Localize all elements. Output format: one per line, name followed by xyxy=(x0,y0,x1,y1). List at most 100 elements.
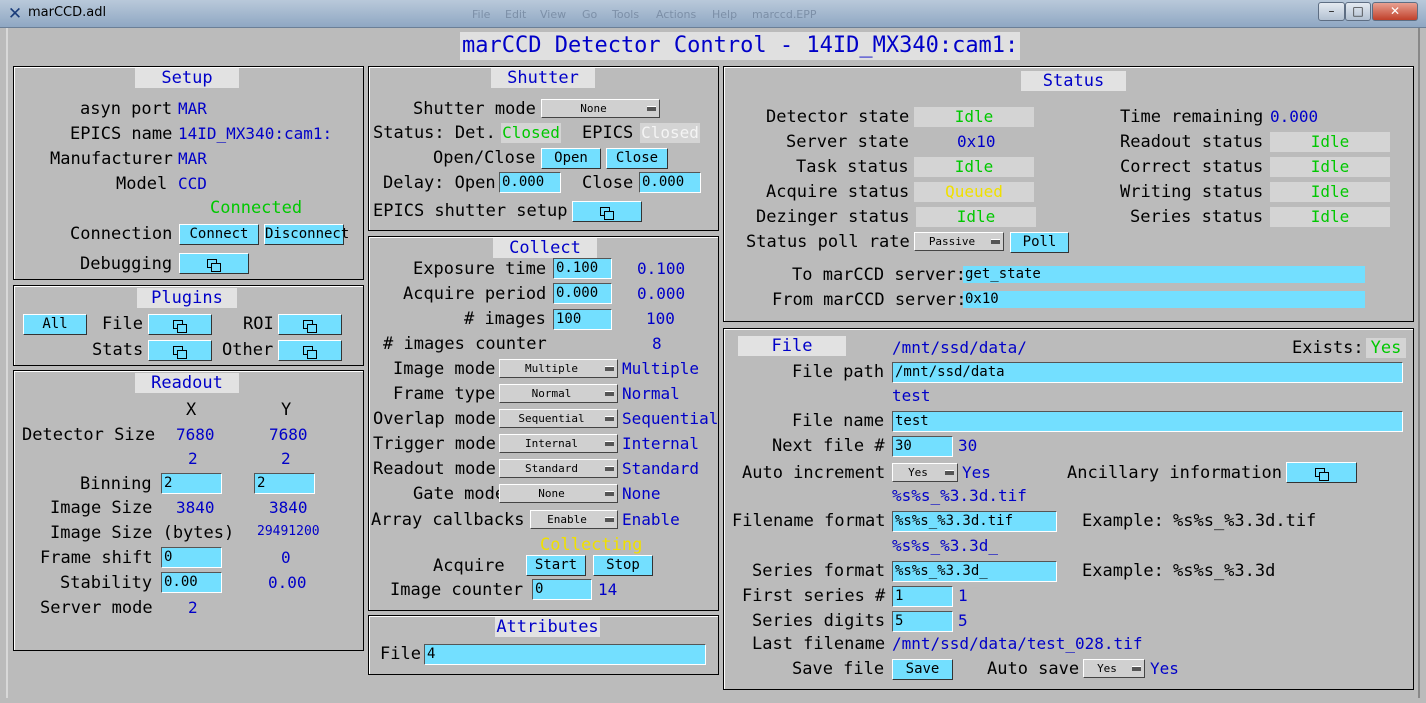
delay-open-input[interactable]: 0.000 xyxy=(499,172,561,193)
save-file-label: Save file xyxy=(792,659,885,679)
plugins-roi-label: ROI xyxy=(243,314,274,334)
binning-label: Binning xyxy=(80,474,152,494)
maximize-button[interactable]: □ xyxy=(1345,2,1371,21)
readout-x-header: X xyxy=(186,400,197,420)
array-callbacks-value: Enable xyxy=(547,513,587,526)
shutter-status-label: Status: Det. xyxy=(373,123,496,143)
first-series-input[interactable]: 1 xyxy=(892,586,953,607)
attributes-file-input[interactable]: 4 xyxy=(424,644,706,665)
debugging-related-display[interactable] xyxy=(179,253,249,274)
readout-mode-menu[interactable]: Standard xyxy=(499,459,618,478)
delay-close-input[interactable]: 0.000 xyxy=(639,172,701,193)
image-counter-label: Image counter xyxy=(390,580,524,600)
auto-save-menu[interactable]: Yes xyxy=(1083,659,1145,678)
page-title: marCCD Detector Control - 14ID_MX340:cam… xyxy=(460,32,1021,60)
file-path-input[interactable]: /mnt/ssd/data xyxy=(892,362,1403,383)
acquire-period-input[interactable]: 0.000 xyxy=(553,283,612,304)
shutter-setup-label: EPICS shutter setup xyxy=(373,201,568,221)
next-file-label: Next file # xyxy=(772,436,885,456)
last-filename-value: /mnt/ssd/data/test_028.tif xyxy=(892,634,1143,653)
gate-mode-menu[interactable]: None xyxy=(499,484,618,503)
plugins-other-related-display[interactable] xyxy=(278,340,342,361)
poll-rate-menu[interactable]: Passive xyxy=(914,232,1004,251)
from-server-value: 0x10 xyxy=(963,291,1365,308)
acquire-start-button[interactable]: Start xyxy=(526,555,586,576)
detector-state-label: Detector state xyxy=(766,107,910,127)
binning-x-input[interactable]: 2 xyxy=(161,473,222,494)
connect-button[interactable]: Connect xyxy=(179,224,259,245)
series-status-value: Idle xyxy=(1270,207,1390,227)
plugins-roi-related-display[interactable] xyxy=(278,314,342,335)
plugins-all-button[interactable]: All xyxy=(23,314,87,335)
shutter-mode-menu[interactable]: None xyxy=(541,99,660,118)
auto-save-value: Yes xyxy=(1097,662,1117,675)
collect-title: Collect xyxy=(493,238,597,258)
first-series-label: First series # xyxy=(742,586,886,606)
related-display-icon xyxy=(600,207,614,220)
menu-arrow-icon xyxy=(605,517,614,522)
related-display-icon xyxy=(173,346,187,359)
filename-format-label: Filename format xyxy=(732,511,886,531)
menu-arrow-icon xyxy=(605,366,614,371)
frame-type-readback: Normal xyxy=(622,384,680,403)
poll-rate-value: Passive xyxy=(928,235,976,248)
save-file-button[interactable]: Save xyxy=(892,659,953,680)
ancillary-info-related-display[interactable] xyxy=(1286,462,1357,483)
frame-type-menu[interactable]: Normal xyxy=(499,384,618,403)
binning-y-input[interactable]: 2 xyxy=(254,473,315,494)
overlap-mode-menu[interactable]: Sequential xyxy=(499,409,618,428)
connection-status: Connected xyxy=(210,198,303,218)
correct-status-label: Correct status xyxy=(1120,157,1264,177)
poll-button[interactable]: Poll xyxy=(1010,232,1069,253)
disconnect-button[interactable]: Disconnect xyxy=(264,224,349,245)
menu-arrow-icon xyxy=(605,441,614,446)
exposure-input[interactable]: 0.100 xyxy=(553,258,612,279)
close-button[interactable]: ✕ xyxy=(1372,2,1418,21)
acquire-stop-button[interactable]: Stop xyxy=(593,555,653,576)
image-counter-input[interactable]: 0 xyxy=(532,579,592,600)
images-counter-label: # images counter xyxy=(383,334,547,354)
filename-format-input[interactable]: %s%s_%3.3d.tif xyxy=(892,511,1057,532)
frame-shift-label: Frame shift xyxy=(40,548,153,568)
series-digits-input[interactable]: 5 xyxy=(892,611,953,632)
auto-increment-readback: Yes xyxy=(962,463,991,482)
to-server-label: To marCCD server: xyxy=(792,265,966,285)
server-state-label: Server state xyxy=(786,132,909,152)
model-value: CCD xyxy=(178,174,207,193)
overlap-mode-value: Sequential xyxy=(518,412,585,425)
minimize-button[interactable]: – xyxy=(1318,2,1345,21)
plugins-file-label: File xyxy=(102,314,143,334)
series-format-input[interactable]: %s%s_%3.3d_ xyxy=(892,561,1057,582)
frame-shift-input[interactable]: 0 xyxy=(161,547,222,568)
ghost-menu-item: marccd.EPP xyxy=(752,8,817,21)
readout-status-label: Readout status xyxy=(1120,132,1264,152)
shutter-close-button[interactable]: Close xyxy=(606,148,668,169)
detector-size-x: 7680 xyxy=(176,425,215,444)
shutter-open-button[interactable]: Open xyxy=(541,148,601,169)
epics-shutter-status: Closed xyxy=(640,123,700,143)
auto-increment-menu[interactable]: Yes xyxy=(892,463,958,482)
image-mode-menu[interactable]: Multiple xyxy=(499,359,618,378)
acquire-status-value: Queued xyxy=(914,182,1034,202)
shutter-mode-label: Shutter mode xyxy=(413,99,536,119)
trigger-mode-menu[interactable]: Internal xyxy=(499,434,618,453)
overlap-mode-readback: Sequential xyxy=(622,409,719,428)
next-file-input[interactable]: 30 xyxy=(892,436,953,457)
file-name-input[interactable]: test xyxy=(892,411,1403,432)
collecting-status: Collecting xyxy=(540,535,643,555)
from-server-label: From marCCD server: xyxy=(772,290,967,310)
manufacturer-value: MAR xyxy=(178,149,207,168)
next-file-readback: 30 xyxy=(958,436,978,455)
delay-open-label: Delay: Open xyxy=(383,173,496,193)
plugins-stats-related-display[interactable] xyxy=(148,340,212,361)
plugins-file-related-display[interactable] xyxy=(148,314,212,335)
shutter-setup-related-display[interactable] xyxy=(572,201,642,222)
acquire-label: Acquire xyxy=(433,556,505,576)
gate-mode-label: Gate mode xyxy=(413,484,506,504)
num-images-input[interactable]: 100 xyxy=(553,309,612,330)
window-title: marCCD.adl xyxy=(28,5,107,20)
menu-arrow-icon xyxy=(1132,666,1141,671)
array-callbacks-menu[interactable]: Enable xyxy=(530,510,618,529)
detector-size-y: 7680 xyxy=(269,425,308,444)
stability-input[interactable]: 0.00 xyxy=(161,572,222,593)
